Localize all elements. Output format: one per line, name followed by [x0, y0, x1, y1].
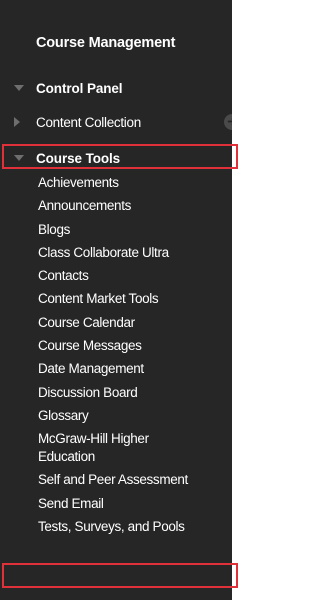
tool-self-and-peer-assessment[interactable]: Self and Peer Assessment	[38, 471, 188, 494]
section-control-panel-label: Control Panel	[36, 80, 123, 96]
tool-send-email[interactable]: Send Email	[38, 495, 188, 518]
tool-mcgraw-hill-higher-education[interactable]: McGraw-Hill Higher Education	[38, 430, 188, 471]
tool-date-management[interactable]: Date Management	[38, 360, 188, 383]
triangle-down-icon	[14, 85, 24, 91]
section-content-collection[interactable]: Content Collection ➔	[0, 110, 232, 134]
triangle-right-icon	[14, 117, 20, 127]
tool-discussion-board[interactable]: Discussion Board	[38, 384, 188, 407]
tool-course-calendar[interactable]: Course Calendar	[38, 314, 188, 337]
tool-achievements[interactable]: Achievements	[38, 174, 188, 197]
tool-tests-surveys-and-pools[interactable]: Tests, Surveys, and Pools	[38, 518, 188, 541]
section-control-panel[interactable]: Control Panel	[0, 76, 232, 100]
tool-blogs[interactable]: Blogs	[38, 221, 188, 244]
tool-content-market-tools[interactable]: Content Market Tools	[38, 290, 188, 313]
circle-arrow-right-icon[interactable]: ➔	[224, 114, 232, 130]
course-management-panel: Course Management Control Panel Content …	[0, 0, 232, 600]
tool-course-messages[interactable]: Course Messages	[38, 337, 188, 360]
panel-title: Course Management	[36, 35, 176, 51]
tool-announcements[interactable]: Announcements	[38, 197, 188, 220]
section-course-tools-label: Course Tools	[36, 150, 121, 166]
tool-contacts[interactable]: Contacts	[38, 267, 188, 290]
triangle-down-icon	[14, 155, 24, 161]
tool-class-collaborate-ultra[interactable]: Class Collaborate Ultra	[38, 244, 188, 267]
section-content-collection-label: Content Collection	[36, 114, 141, 130]
tool-glossary[interactable]: Glossary	[38, 407, 188, 430]
course-tools-list: Achievements Announcements Blogs Class C…	[38, 174, 188, 541]
section-course-tools[interactable]: Course Tools	[0, 146, 232, 170]
